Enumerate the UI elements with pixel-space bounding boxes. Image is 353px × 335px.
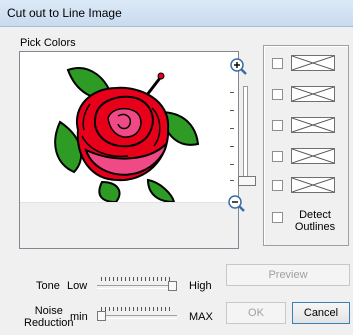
zoom-tick — [230, 128, 234, 129]
tone-label: Tone — [36, 280, 60, 292]
noise-slider-thumb[interactable] — [97, 311, 106, 321]
color-5-swatch[interactable] — [291, 177, 335, 193]
zoom-tick — [230, 146, 234, 147]
zoom-slider-thumb[interactable] — [238, 176, 256, 186]
preview-empty-area — [20, 202, 238, 248]
pick-colors-label: Pick Colors — [20, 37, 76, 49]
zoom-tick — [230, 180, 234, 181]
zoom-tick — [230, 110, 234, 111]
image-preview-area[interactable] — [19, 51, 239, 249]
noise-label-line2: Reduction — [24, 317, 74, 329]
zoom-slider-track[interactable] — [243, 86, 248, 184]
color-2-swatch[interactable] — [291, 86, 335, 102]
tone-slider-track — [97, 285, 177, 289]
detect-outlines-label-line2: Outlines — [294, 221, 336, 233]
noise-label-line1: Noise — [34, 305, 63, 317]
zoom-tick — [230, 92, 234, 93]
tone-slider-ticks — [101, 277, 173, 281]
ok-button[interactable]: OK — [226, 302, 286, 324]
color-4-swatch[interactable] — [291, 148, 335, 164]
title-bar: Cut out to Line Image — [0, 0, 353, 27]
noise-max-label: MAX — [189, 311, 213, 323]
color-3-swatch[interactable] — [291, 117, 335, 133]
color-2-checkbox[interactable] — [272, 89, 283, 100]
noise-slider-track — [97, 315, 177, 319]
zoom-out-icon — [228, 195, 245, 212]
zoom-out-button[interactable] — [227, 194, 247, 214]
color-1-checkbox[interactable] — [272, 58, 283, 69]
tone-low-label: Low — [67, 280, 88, 292]
detect-outlines-label-line1: Detect — [299, 209, 331, 221]
color-1-swatch[interactable] — [291, 55, 335, 71]
zoom-in-icon — [230, 58, 247, 75]
detect-outlines-label: Detect Outlines — [293, 209, 337, 233]
color-4-checkbox[interactable] — [272, 151, 283, 162]
noise-reduction-label: Noise Reduction — [24, 305, 74, 329]
preview-button[interactable]: Preview — [226, 264, 350, 286]
window-title: Cut out to Line Image — [7, 6, 122, 20]
color-3-checkbox[interactable] — [272, 120, 283, 131]
detect-outlines-checkbox[interactable] — [272, 212, 283, 223]
noise-min-label: min — [70, 311, 88, 323]
color-5-checkbox[interactable] — [272, 180, 283, 191]
tone-slider[interactable] — [97, 277, 177, 291]
tone-high-label: High — [189, 280, 212, 292]
zoom-tick — [230, 164, 234, 165]
noise-slider-ticks — [101, 307, 173, 311]
rose-image[interactable] — [20, 52, 238, 202]
cancel-button[interactable]: Cancel — [292, 302, 350, 324]
tone-slider-thumb[interactable] — [168, 281, 177, 291]
zoom-in-button[interactable] — [229, 57, 249, 77]
noise-slider[interactable] — [97, 307, 177, 321]
